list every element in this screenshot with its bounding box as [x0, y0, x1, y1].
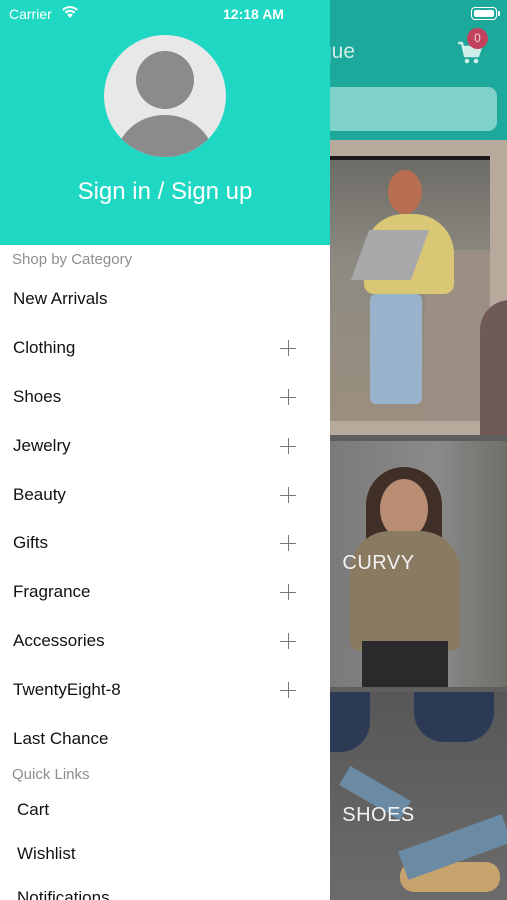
avatar[interactable]: [104, 35, 226, 157]
expand-plus-icon[interactable]: [280, 633, 296, 649]
expand-plus-icon[interactable]: [280, 682, 296, 698]
menu-item-label: Last Chance: [13, 729, 109, 748]
menu-item-fragrance[interactable]: Fragrance: [0, 567, 330, 616]
banner-tile[interactable]: [330, 140, 507, 435]
menu-item-label: TwentyEight-8: [13, 680, 121, 699]
quick-link-wishlist[interactable]: Wishlist: [0, 832, 330, 876]
menu-item-clothing[interactable]: Clothing: [0, 323, 330, 372]
expand-plus-icon[interactable]: [280, 389, 296, 405]
menu-item-shoes[interactable]: Shoes: [0, 372, 330, 421]
category-tile-shoes[interactable]: SHOES: [330, 692, 507, 900]
quick-link-cart[interactable]: Cart: [0, 788, 330, 832]
expand-plus-icon[interactable]: [280, 535, 296, 551]
menu-item-label: Fragrance: [13, 582, 91, 601]
cart-count-badge: 0: [467, 28, 488, 49]
menu-item-jewelry[interactable]: Jewelry: [0, 421, 330, 470]
menu-item-beauty[interactable]: Beauty: [0, 470, 330, 519]
tile-label-shoes: SHOES: [342, 804, 415, 826]
search-bar[interactable]: [318, 87, 497, 131]
expand-plus-icon[interactable]: [280, 487, 296, 503]
battery-icon: [471, 7, 500, 20]
sign-in-link[interactable]: Sign in / Sign up: [0, 178, 330, 206]
expand-plus-icon[interactable]: [280, 438, 296, 454]
status-bar: Carrier 12:18 AM: [0, 0, 507, 28]
quick-link-notifications[interactable]: Notifications: [0, 876, 330, 900]
quick-link-label: Cart: [17, 800, 50, 819]
menu-item-label: Accessories: [13, 631, 105, 650]
menu-item-label: New Arrivals: [13, 289, 108, 308]
clock: 12:18 AM: [223, 6, 284, 22]
menu-item-new-arrivals[interactable]: New Arrivals: [0, 274, 330, 323]
navigation-drawer: Sign in / Sign up Shop by Category New A…: [0, 0, 330, 900]
section-header-shop-by-category: Shop by Category: [12, 251, 133, 268]
tile-label-curvy: CURVY: [342, 552, 415, 574]
menu-item-label: Gifts: [13, 533, 48, 552]
menu-item-label: Beauty: [13, 485, 66, 504]
drawer-header: Sign in / Sign up: [0, 0, 330, 245]
category-tile-curvy[interactable]: CURVY: [330, 441, 507, 687]
quick-link-label: Notifications: [17, 888, 110, 900]
menu-item-label: Jewelry: [13, 436, 71, 455]
quick-link-label: Wishlist: [17, 844, 76, 863]
expand-plus-icon[interactable]: [280, 584, 296, 600]
menu-item-last-chance[interactable]: Last Chance: [0, 714, 330, 763]
menu-item-twentyeight-8[interactable]: TwentyEight-8: [0, 665, 330, 714]
menu-item-label: Clothing: [13, 338, 76, 357]
menu-item-label: Shoes: [13, 387, 62, 406]
menu-item-gifts[interactable]: Gifts: [0, 518, 330, 567]
menu-item-accessories[interactable]: Accessories: [0, 616, 330, 665]
expand-plus-icon[interactable]: [280, 340, 296, 356]
section-header-quick-links: Quick Links: [12, 766, 90, 783]
